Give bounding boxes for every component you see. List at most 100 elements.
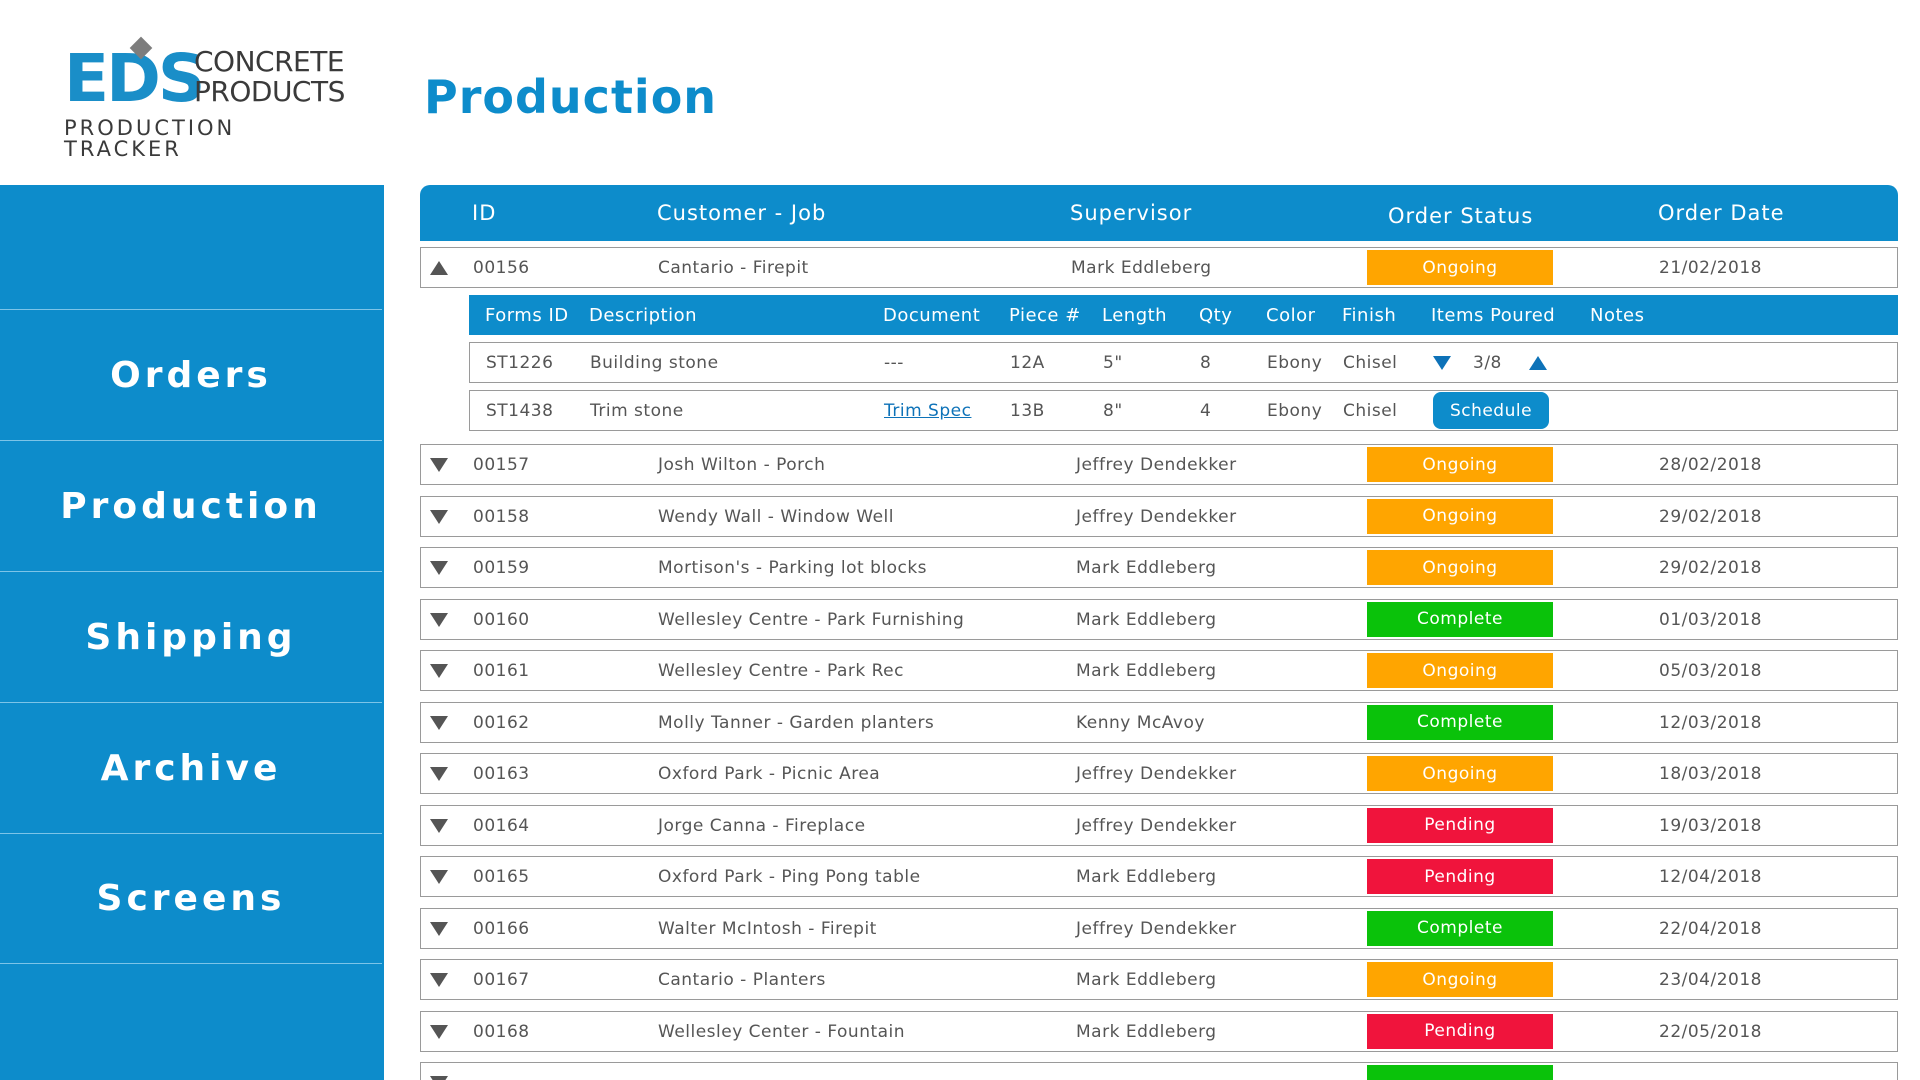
order-date: 18/03/2018 [1659,764,1762,784]
expand-caret-icon[interactable] [429,560,449,576]
supervisor: Jeffrey Dendekker [1076,764,1237,784]
item-description: Trim stone [590,401,684,421]
order-date: 21/02/2018 [1659,258,1762,278]
expand-caret-icon[interactable] [429,1024,449,1040]
sidebar-item-production[interactable]: Production [0,440,382,571]
status-badge: Pending [1367,1013,1553,1049]
table-row[interactable]: 00164 Jorge Canna - Fireplace Jeffrey De… [420,804,1898,846]
table-row[interactable]: 00165 Oxford Park - Ping Pong table Mark… [420,856,1898,897]
status-badge: Ongoing [1367,756,1553,791]
expand-caret-icon[interactable] [429,766,449,782]
table-row[interactable]: 00168 Wellesley Center - Fountain Mark E… [420,1010,1898,1052]
logo-tracker-text: PRODUCTION TRACKER [64,116,236,161]
customer-job: Oxford Park - Picnic Area [658,764,881,784]
status-badge: Ongoing [1367,250,1553,285]
supervisor: Mark Eddleberg [1076,1021,1217,1042]
column-header-id[interactable]: ID [472,201,496,225]
expand-caret-icon[interactable] [429,509,449,525]
column-header-supervisor[interactable]: Supervisor [1070,201,1192,225]
status-badge: Ongoing [1367,550,1553,585]
schedule-button[interactable]: Schedule [1433,392,1549,429]
supervisor: Mark Eddleberg [1076,970,1217,990]
subheader-notes: Notes [1590,305,1645,326]
status-badge: Pending [1367,807,1553,843]
expand-caret-icon[interactable] [429,1075,449,1080]
table-row[interactable]: 00157 Josh Wilton - Porch Jeffrey Dendek… [420,444,1898,485]
page-title: Production [424,70,718,124]
column-header-status[interactable]: Order Status [1388,204,1533,228]
order-id: 00159 [473,558,530,578]
customer-job: Wellesley Center - Fountain [658,1021,906,1042]
customer-job: Walter McIntosh - Firepit [658,918,877,939]
customer-job: Jorge Canna - Fireplace [658,815,866,836]
table-row-expanded[interactable]: 00156 Cantario - Firepit Mark Eddleberg … [420,247,1898,288]
table-row[interactable] [420,1062,1898,1080]
supervisor: Jeffrey Dendekker [1076,815,1237,836]
subheader-description: Description [589,305,698,326]
table-row[interactable]: 00162 Molly Tanner - Garden planters Ken… [420,701,1898,743]
item-row: ST1438 Trim stone Trim Spec 13B 8" 4 Ebo… [469,390,1898,431]
supervisor: Kenny McAvoy [1076,712,1205,733]
supervisor: Mark Eddleberg [1076,661,1217,681]
subheader-document: Document [883,305,981,326]
status-badge: Ongoing [1367,653,1553,688]
order-id: 00165 [473,867,530,887]
table-row[interactable]: 00161 Wellesley Centre - Park Rec Mark E… [420,650,1898,691]
item-row: ST1226 Building stone --- 12A 5" 8 Ebony… [469,342,1898,383]
expand-caret-icon[interactable] [429,612,449,628]
expand-caret-icon[interactable] [429,715,449,731]
item-length: 5" [1103,353,1123,373]
sidebar-item-label: Shipping [85,616,297,658]
order-id: 00158 [473,506,530,527]
column-header-date[interactable]: Order Date [1658,201,1785,225]
order-id: 00167 [473,970,530,990]
customer-job: Molly Tanner - Garden planters [658,712,935,733]
table-row[interactable]: 00158 Wendy Wall - Window Well Jeffrey D… [420,495,1898,537]
expand-caret-icon[interactable] [429,869,449,885]
sidebar-item-shipping[interactable]: Shipping [0,571,382,702]
items-poured-value: 3/8 [1473,353,1502,373]
table-row[interactable]: 00159 Mortison's - Parking lot blocks Ma… [420,547,1898,588]
expand-caret-icon[interactable] [429,972,449,988]
logo-eds-text: EDS [64,40,205,117]
column-header-job[interactable]: Customer - Job [657,201,826,225]
order-date: 01/03/2018 [1659,609,1762,630]
order-id: 00166 [473,918,530,939]
status-badge: Complete [1367,601,1553,637]
order-id: 00163 [473,764,530,784]
customer-job: Josh Wilton - Porch [658,455,826,475]
table-row[interactable]: 00160 Wellesley Centre - Park Furnishing… [420,598,1898,640]
status-badge: Ongoing [1367,962,1553,997]
item-forms-id: ST1438 [486,401,554,421]
item-description: Building stone [590,353,719,373]
document-link[interactable]: Trim Spec [884,401,971,421]
order-date: 28/02/2018 [1659,455,1762,475]
item-qty: 4 [1200,401,1212,421]
order-date: 23/04/2018 [1659,970,1762,990]
table-row[interactable]: 00163 Oxford Park - Picnic Area Jeffrey … [420,753,1898,794]
increment-arrow-icon[interactable] [1529,356,1547,370]
status-badge: Complete [1367,910,1553,946]
sidebar-item-archive[interactable]: Archive [0,702,382,833]
table-row[interactable]: 00167 Cantario - Planters Mark Eddleberg… [420,959,1898,1000]
table-row[interactable]: 00166 Walter McIntosh - Firepit Jeffrey … [420,907,1898,949]
expand-caret-icon[interactable] [429,921,449,937]
item-document: --- [884,353,904,373]
subheader-finish: Finish [1342,305,1397,326]
sidebar-item-orders[interactable]: Orders [0,309,382,440]
sidebar: Orders Production Shipping Archive Scree… [0,185,384,1080]
status-badge: Pending [1367,859,1553,894]
sidebar-item-label: Orders [110,354,272,396]
supervisor: Mark Eddleberg [1076,609,1217,630]
expand-caret-icon[interactable] [429,457,449,473]
order-date: 12/03/2018 [1659,712,1762,733]
expand-caret-icon[interactable] [429,663,449,679]
decrement-arrow-icon[interactable] [1433,356,1451,370]
expand-caret-icon[interactable] [429,818,449,834]
item-finish: Chisel [1343,401,1398,421]
sidebar-item-label: Archive [100,747,282,789]
sidebar-item-screens[interactable]: Screens [0,833,382,964]
supervisor: Mark Eddleberg [1071,258,1212,278]
collapse-caret-icon[interactable] [429,260,449,276]
supervisor: Jeffrey Dendekker [1076,918,1237,939]
